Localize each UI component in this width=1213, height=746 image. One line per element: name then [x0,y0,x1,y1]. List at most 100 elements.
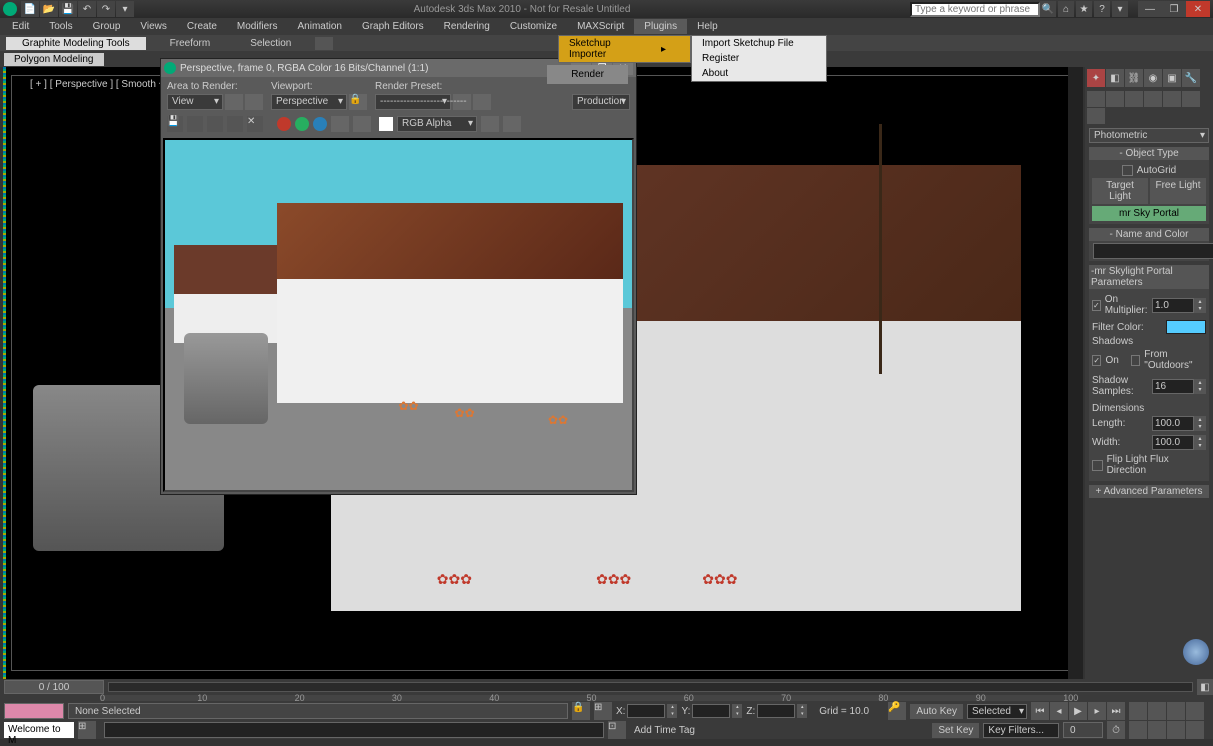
script-mini-listener[interactable] [104,722,604,738]
clear-image-icon[interactable]: ✕ [247,116,263,132]
close-button[interactable]: ✕ [1186,1,1210,17]
rollout-object-type[interactable]: - Object Type [1089,147,1209,160]
menu-maxscript[interactable]: MAXScript [567,19,634,34]
lock-viewport-icon[interactable]: 🔒 [349,94,367,110]
menu-animation[interactable]: Animation [287,19,351,34]
redo-icon[interactable]: ↷ [97,1,115,17]
menu-views[interactable]: Views [130,19,177,34]
green-channel-icon[interactable] [295,117,309,131]
menu-help[interactable]: Help [687,19,728,34]
cameras-cat-icon[interactable] [1144,91,1162,107]
menu-edit[interactable]: Edit [2,19,39,34]
blue-channel-icon[interactable] [313,117,327,131]
viewport-select[interactable]: Perspective [271,94,347,110]
tab-graphite-modeling[interactable]: Graphite Modeling Tools [6,37,146,50]
channel-select[interactable]: RGB Alpha [397,116,477,132]
help-search-input[interactable] [910,2,1040,17]
app-icon[interactable] [3,2,17,16]
category-select[interactable]: Photometric [1089,128,1209,143]
save-image-icon[interactable]: 💾 [167,116,183,132]
help-dropdown-icon[interactable]: ▾ [1112,1,1128,17]
submenu-about[interactable]: About [692,66,826,81]
hierarchy-tab-icon[interactable]: ⛓ [1125,69,1143,87]
menu-tools[interactable]: Tools [39,19,82,34]
area-to-render-select[interactable]: View [167,94,223,110]
toggle-ui-icon[interactable] [503,116,521,132]
helpers-cat-icon[interactable] [1163,91,1181,107]
toggle-overlay-icon[interactable] [481,116,499,132]
filter-color-swatch[interactable] [1166,320,1206,334]
render-button[interactable]: Render [547,65,628,84]
z-coord-input[interactable] [757,704,795,718]
menu-create[interactable]: Create [177,19,227,34]
maximize-viewport-icon[interactable] [1167,721,1185,739]
orbit-icon[interactable] [1148,721,1166,739]
red-channel-icon[interactable] [277,117,291,131]
help-icon[interactable]: ? [1094,1,1110,17]
curve-editor-toggle-icon[interactable]: ◧ [1197,679,1213,695]
sky-portal-button[interactable]: mr Sky Portal [1092,206,1206,221]
on-multiplier-checkbox[interactable]: ✓ [1092,300,1101,311]
menu-graph-editors[interactable]: Graph Editors [352,19,434,34]
submenu-import-file[interactable]: Import Sketchup File [692,36,826,51]
auto-region-icon[interactable] [245,94,263,110]
region-icon[interactable] [225,94,243,110]
time-config-icon[interactable]: ⏱ [1107,721,1125,739]
render-mode-select[interactable]: Production [572,94,630,110]
motion-tab-icon[interactable]: ◉ [1144,69,1162,87]
viewport-scrollbar[interactable] [1068,67,1083,679]
modify-tab-icon[interactable]: ◧ [1106,69,1124,87]
play-icon[interactable]: ▶ [1069,702,1087,720]
display-tab-icon[interactable]: ▣ [1163,69,1181,87]
keymode-icon[interactable]: 🔑 [888,702,906,720]
prev-frame-icon[interactable]: ◂ [1050,702,1068,720]
script-listener-panel[interactable] [4,703,64,719]
clone-image-icon[interactable] [207,116,223,132]
render-preset-select[interactable]: -------------------------- [375,94,451,110]
current-frame-input[interactable]: 0 [1063,722,1103,738]
create-tab-icon[interactable]: ✦ [1087,69,1105,87]
zoom-icon[interactable] [1129,702,1147,720]
zoom-all-icon[interactable] [1148,702,1166,720]
fov-icon[interactable] [1186,702,1204,720]
spin-down-icon[interactable]: ▾ [1194,305,1206,312]
geometry-cat-icon[interactable] [1087,91,1105,107]
from-outdoors-checkbox[interactable] [1131,355,1140,366]
length-input[interactable] [1152,416,1194,431]
new-icon[interactable]: 📄 [21,1,39,17]
lights-cat-icon[interactable] [1125,91,1143,107]
isolate-icon[interactable]: ⊡ [608,721,626,739]
ribbon-expand-icon[interactable] [315,37,333,50]
search-icon[interactable]: 🔍 [1040,1,1056,17]
menu-rendering[interactable]: Rendering [434,19,500,34]
undo-icon[interactable]: ↶ [78,1,96,17]
lock-selection-icon[interactable]: 🔒 [572,702,590,720]
timeline-ruler[interactable]: 010 2030 4050 6070 8090 100 [100,695,1073,701]
autokey-button[interactable]: Auto Key [910,704,963,719]
viewcube-icon[interactable] [1183,639,1209,665]
mono-channel-icon[interactable] [353,116,371,132]
shadows-on-checkbox[interactable]: ✓ [1092,355,1101,366]
utilities-tab-icon[interactable]: 🔧 [1182,69,1200,87]
rollout-advanced[interactable]: + Advanced Parameters [1089,485,1209,498]
menu-modifiers[interactable]: Modifiers [227,19,288,34]
submenu-register[interactable]: Register [692,51,826,66]
time-scrollbar[interactable] [108,682,1193,692]
bg-color-swatch[interactable] [379,117,393,131]
object-name-input[interactable] [1093,243,1213,259]
tab-selection[interactable]: Selection [234,37,307,50]
spin-up-icon[interactable]: ▴ [1194,298,1206,305]
next-frame-icon[interactable]: ▸ [1088,702,1106,720]
communication-icon[interactable]: ⌂ [1058,1,1074,17]
zoom-extents-icon[interactable] [1167,702,1185,720]
y-coord-input[interactable] [692,704,730,718]
walk-icon[interactable] [1186,721,1204,739]
save-icon[interactable]: 💾 [59,1,77,17]
rendered-image[interactable] [165,140,632,490]
shapes-cat-icon[interactable] [1106,91,1124,107]
autogrid-checkbox[interactable] [1122,165,1133,176]
spacewarps-cat-icon[interactable] [1182,91,1200,107]
systems-cat-icon[interactable] [1087,108,1105,124]
open-icon[interactable]: 📂 [40,1,58,17]
rollout-portal-params[interactable]: -mr Skylight Portal Parameters [1089,265,1209,289]
